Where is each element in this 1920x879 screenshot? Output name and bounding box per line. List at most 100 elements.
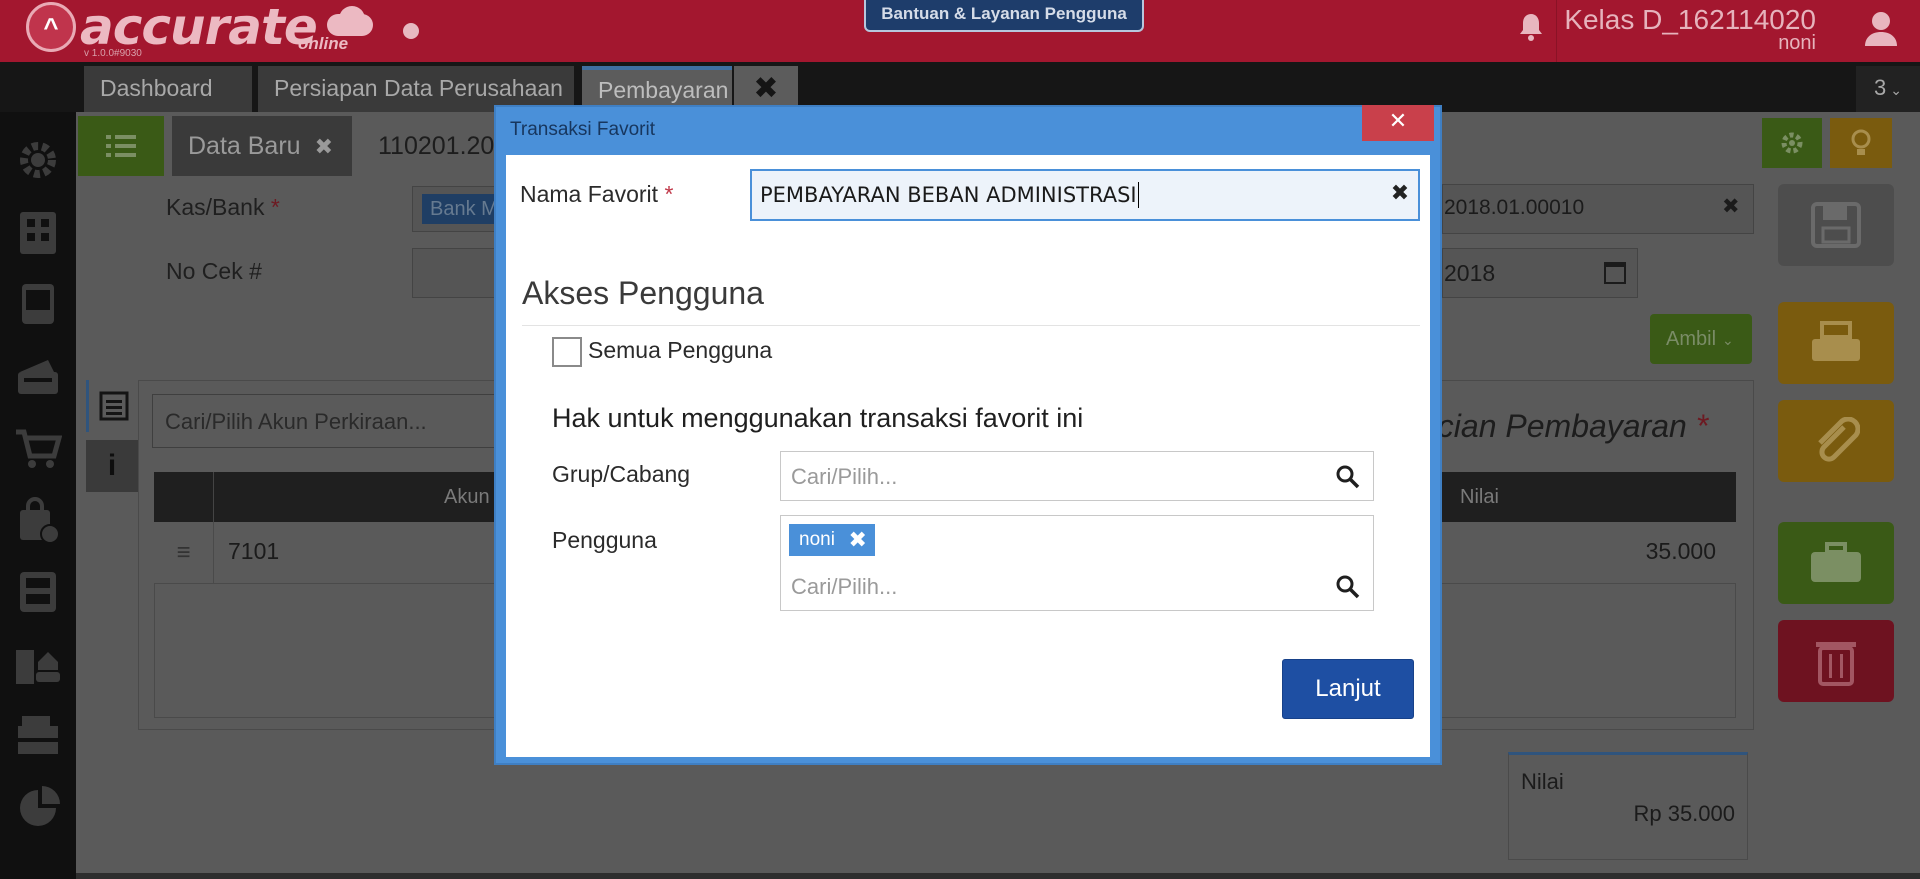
tools-button[interactable] — [1778, 522, 1894, 604]
user-login: noni — [1778, 32, 1816, 54]
total-label: Nilai — [1521, 769, 1564, 794]
kas-bank-chip: Bank M — [422, 194, 500, 224]
help-support-button[interactable]: Bantuan & Layanan Pengguna — [864, 0, 1144, 32]
buildings-car-icon[interactable] — [10, 636, 66, 692]
lanjut-button[interactable]: Lanjut — [1282, 659, 1414, 719]
book-icon[interactable] — [10, 276, 66, 332]
table-header-handle — [154, 472, 214, 522]
voucher-number-value: 2018.01.00010 — [1444, 196, 1585, 219]
subtab-document-number[interactable]: 110201.20 — [360, 116, 500, 176]
date-value: 2018 — [1444, 260, 1496, 286]
detail-tab[interactable] — [86, 380, 138, 432]
delete-button[interactable] — [1778, 620, 1894, 702]
total-box: Nilai Rp 35.000 — [1508, 752, 1748, 860]
total-value: Rp 35.000 — [1633, 801, 1735, 826]
favorite-transaction-dialog: Transaksi Favorit ✕ Nama Favorit * PEMBA… — [494, 105, 1442, 765]
row-akun: 7101 — [228, 538, 280, 564]
cart-icon[interactable] — [10, 420, 66, 476]
rincian-title: ncian Pembayaran * — [1420, 408, 1708, 445]
open-tabs-count[interactable]: 3 ⌄ — [1856, 66, 1920, 112]
pie-chart-icon[interactable] — [10, 780, 66, 836]
attachment-button[interactable] — [1778, 400, 1894, 482]
section-divider — [522, 325, 1420, 326]
info-icon: i — [107, 449, 117, 482]
wallet-icon[interactable] — [10, 348, 66, 404]
subtab-data-baru-label: Data Baru — [188, 132, 301, 160]
tab-dashboard[interactable]: Dashboard — [84, 66, 252, 112]
tab-count-number: 3 — [1874, 75, 1887, 100]
remove-tag-icon[interactable]: ✖ — [848, 524, 866, 556]
lightbulb-icon — [1851, 129, 1871, 155]
clear-input-icon[interactable]: ✖ — [1386, 173, 1414, 213]
pengguna-placeholder: Cari/Pilih... — [791, 574, 898, 599]
building-icon[interactable] — [10, 204, 66, 260]
ambil-button[interactable]: Ambil ⌄ — [1650, 314, 1752, 364]
no-cek-label: No Cek # — [166, 258, 262, 284]
close-icon[interactable]: ✖ — [315, 134, 333, 159]
bell-icon[interactable] — [1518, 12, 1544, 42]
no-cek-field[interactable] — [412, 248, 502, 298]
hak-akses-heading: Hak untuk menggunakan transaksi favorit … — [552, 403, 1084, 433]
bag-add-icon[interactable] — [10, 492, 66, 548]
selected-user-tag: noni ✖ — [789, 524, 875, 556]
print-button[interactable] — [1778, 302, 1894, 384]
briefcase-icon — [1811, 542, 1861, 582]
logo-online-text: online — [298, 34, 349, 53]
tax-icon[interactable] — [10, 708, 66, 764]
top-header: ^ accurate online v 1.0.0#9030 Bantuan &… — [0, 0, 1920, 62]
gear-icon[interactable] — [10, 132, 66, 188]
column-akun[interactable]: Akun — [444, 486, 490, 509]
nama-favorit-label: Nama Favorit * — [520, 181, 673, 208]
row-nilai: 35.000 — [1645, 538, 1716, 564]
pengguna-select[interactable]: noni ✖ Cari/Pilih... — [780, 515, 1374, 611]
required-mark: * — [270, 194, 280, 220]
settings-button[interactable] — [1762, 118, 1822, 168]
status-dot-icon — [403, 23, 419, 39]
ambil-label: Ambil — [1666, 328, 1717, 350]
version-text: v 1.0.0#9030 — [84, 48, 142, 59]
floppy-disk-icon — [1811, 202, 1861, 248]
cloud-icon — [319, 6, 381, 36]
search-icon[interactable] — [1335, 464, 1361, 490]
column-nilai[interactable]: Nilai — [1460, 486, 1499, 509]
save-button[interactable] — [1778, 184, 1894, 266]
dialog-body: Nama Favorit * PEMBAYARAN BEBAN ADMINIST… — [506, 155, 1430, 757]
printer-icon — [1812, 321, 1860, 361]
close-dialog-button[interactable]: ✕ — [1362, 105, 1434, 141]
chevron-down-icon: ⌄ — [1722, 332, 1734, 348]
list-box-icon — [99, 391, 128, 421]
user-avatar-icon[interactable] — [1842, 0, 1920, 56]
bottom-scrollbar[interactable] — [76, 873, 1920, 879]
trash-icon — [1816, 642, 1856, 686]
nama-favorit-label-text: Nama Favorit — [520, 181, 659, 207]
subtab-data-baru[interactable]: Data Baru ✖ — [172, 116, 352, 176]
rincian-title-text: ncian Pembayaran — [1420, 408, 1687, 444]
kas-bank-label-text: Kas/Bank — [166, 194, 265, 220]
archive-icon[interactable] — [10, 564, 66, 620]
nama-favorit-input[interactable]: PEMBAYARAN BEBAN ADMINISTRASI — [750, 169, 1420, 221]
required-mark: * — [1695, 408, 1709, 444]
text-cursor — [1137, 182, 1139, 208]
main-sidebar — [0, 112, 76, 879]
drag-handle-icon[interactable]: ≡ — [154, 522, 214, 584]
tips-button[interactable] — [1830, 118, 1892, 168]
dialog-title: Transaksi Favorit — [510, 119, 655, 140]
semua-pengguna-checkbox[interactable] — [552, 337, 582, 367]
kas-bank-label: Kas/Bank * — [166, 194, 280, 221]
chevron-down-icon: ⌄ — [1890, 82, 1902, 98]
search-icon[interactable] — [1335, 574, 1361, 600]
calendar-icon[interactable] — [1604, 262, 1626, 284]
semua-pengguna-label[interactable]: Semua Pengguna — [588, 337, 772, 364]
clear-voucher-icon[interactable]: ✖ — [1722, 194, 1740, 219]
grup-cabang-label: Grup/Cabang — [552, 461, 691, 487]
paperclip-icon — [1818, 417, 1860, 462]
list-icon — [106, 135, 136, 157]
list-view-button[interactable] — [78, 116, 164, 176]
tag-label: noni — [799, 529, 835, 550]
logo-text: accurate — [80, 0, 318, 56]
gear-icon — [1781, 132, 1803, 154]
grup-cabang-placeholder: Cari/Pilih... — [791, 464, 898, 489]
grup-cabang-select[interactable]: Cari/Pilih... — [780, 451, 1374, 501]
info-tab[interactable]: i — [86, 440, 138, 492]
required-mark: * — [664, 181, 674, 207]
